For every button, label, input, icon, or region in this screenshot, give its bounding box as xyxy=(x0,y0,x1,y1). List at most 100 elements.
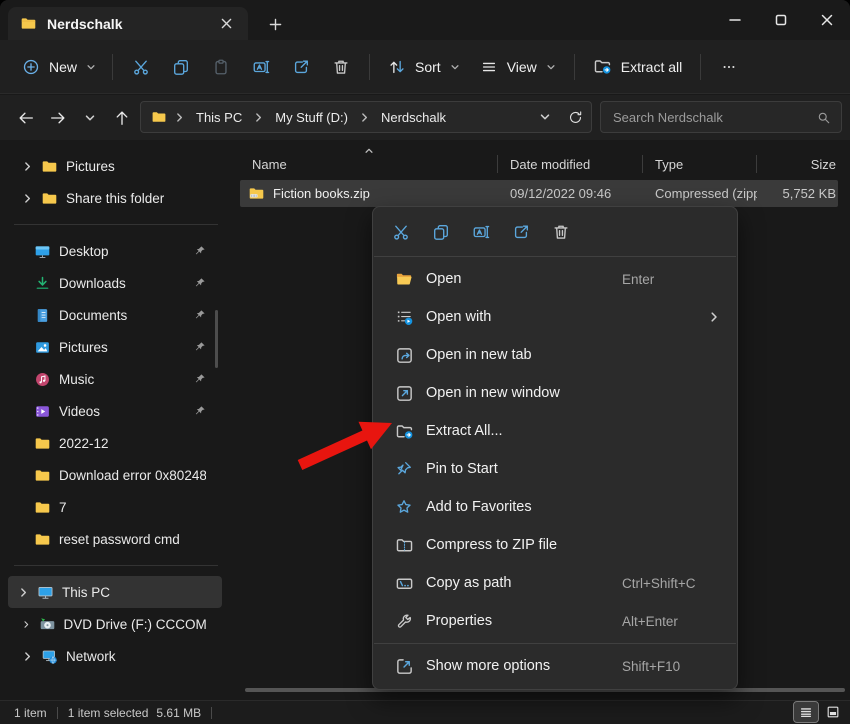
downloads-icon xyxy=(34,275,51,292)
sidebar-item-pictures-tree[interactable]: Pictures xyxy=(4,150,228,182)
sidebar-item-pictures[interactable]: Pictures xyxy=(4,331,228,363)
column-header-name[interactable]: Name xyxy=(240,148,498,180)
pin-icon xyxy=(194,405,206,417)
up-button[interactable] xyxy=(106,102,138,134)
context-menu: Open Enter Open with Open in new tab xyxy=(372,206,738,690)
search-icon[interactable] xyxy=(816,110,831,125)
copy-button[interactable] xyxy=(161,49,201,85)
column-header-date-modified[interactable]: Date modified xyxy=(498,148,643,180)
sidebar-item-label: reset password cmd xyxy=(59,532,180,547)
navigation-bar: This PC My Stuff (D:) Nerdschalk xyxy=(0,95,850,140)
copy-button[interactable] xyxy=(425,217,456,248)
sidebar-separator xyxy=(14,565,218,566)
explorer-tab[interactable]: Nerdschalk xyxy=(8,7,248,40)
window-controls xyxy=(712,0,850,40)
cut-button[interactable] xyxy=(385,217,416,248)
network-icon xyxy=(41,648,58,665)
sidebar-item-label: Pictures xyxy=(66,159,115,174)
shortcut-label: Enter xyxy=(622,272,718,287)
menu-separator xyxy=(374,643,736,644)
address-bar[interactable]: This PC My Stuff (D:) Nerdschalk xyxy=(140,101,592,133)
chevron-right-icon xyxy=(18,587,29,598)
menu-item-pin-to-start[interactable]: Pin to Start xyxy=(378,450,732,488)
sidebar-item-reset-password-cmd[interactable]: reset password cmd xyxy=(4,523,228,555)
sidebar-item-share-this-folder[interactable]: Share this folder xyxy=(4,182,228,214)
sidebar-item-downloads[interactable]: Downloads xyxy=(4,267,228,299)
refresh-icon[interactable] xyxy=(568,110,583,125)
file-row-fiction-books-zip[interactable]: Fiction books.zip 09/12/2022 09:46 Compr… xyxy=(240,180,838,207)
new-button[interactable]: New xyxy=(14,52,104,82)
maximize-button[interactable] xyxy=(758,0,804,40)
pin-outline-icon xyxy=(394,460,414,478)
view-button-label: View xyxy=(507,59,537,75)
back-button[interactable] xyxy=(10,102,42,134)
sidebar-item-label: DVD Drive (F:) CCCOMA_X64 xyxy=(64,617,206,632)
sidebar-item-desktop[interactable]: Desktop xyxy=(4,235,228,267)
details-view-button[interactable] xyxy=(794,702,818,722)
share-button[interactable] xyxy=(281,49,321,85)
sidebar-item-label: Network xyxy=(66,649,116,664)
more-options-button[interactable] xyxy=(709,49,749,85)
menu-item-open-with[interactable]: Open with xyxy=(378,298,732,336)
chevron-right-icon xyxy=(22,193,33,204)
delete-button[interactable] xyxy=(321,49,361,85)
large-icons-view-button[interactable] xyxy=(821,702,845,722)
sort-button[interactable]: Sort xyxy=(378,52,470,82)
sidebar-item-2022-12[interactable]: 2022-12 xyxy=(4,427,228,459)
extract-all-button[interactable]: Extract all xyxy=(583,51,692,82)
menu-item-open-in-new-window[interactable]: Open in new window xyxy=(378,374,732,412)
forward-button[interactable] xyxy=(42,102,74,134)
sidebar-item-7[interactable]: 7 xyxy=(4,491,228,523)
view-toggle-group xyxy=(794,702,845,722)
rename-button[interactable] xyxy=(241,49,281,85)
breadcrumb-chevron-icon xyxy=(359,112,370,123)
menu-item-properties[interactable]: Properties Alt+Enter xyxy=(378,602,732,640)
star-icon xyxy=(394,498,414,516)
sidebar-item-dvd-drive[interactable]: DVD Drive (F:) CCCOMA_X64 xyxy=(4,608,228,640)
address-dropdown-icon[interactable] xyxy=(539,111,551,123)
sidebar-item-videos[interactable]: Videos xyxy=(4,395,228,427)
close-button[interactable] xyxy=(804,0,850,40)
menu-item-show-more-options[interactable]: Show more options Shift+F10 xyxy=(378,647,732,685)
menu-item-extract-all[interactable]: Extract All... xyxy=(378,412,732,450)
selection-summary: 1 item selected 5.61 MB xyxy=(68,706,201,720)
submenu-chevron-icon xyxy=(708,311,720,323)
paste-button[interactable] xyxy=(201,49,241,85)
breadcrumb-current-folder[interactable]: Nerdschalk xyxy=(377,108,450,127)
column-header-size[interactable]: Size xyxy=(757,148,850,180)
folder-icon xyxy=(151,109,167,125)
breadcrumb-drive[interactable]: My Stuff (D:) xyxy=(271,108,352,127)
music-icon xyxy=(34,371,51,388)
column-header-type[interactable]: Type xyxy=(643,148,757,180)
sidebar-item-label: Share this folder xyxy=(66,191,164,206)
sort-button-label: Sort xyxy=(415,59,441,75)
item-count: 1 item xyxy=(14,706,47,720)
view-button[interactable]: View xyxy=(470,52,566,82)
tab-close-icon[interactable] xyxy=(214,12,238,36)
sidebar-item-this-pc[interactable]: This PC xyxy=(8,576,222,608)
share-button[interactable] xyxy=(505,217,536,248)
sidebar-item-label: 2022-12 xyxy=(59,436,109,451)
breadcrumb-chevron-icon xyxy=(253,112,264,123)
rename-button[interactable] xyxy=(465,217,496,248)
sidebar-item-download-error[interactable]: Download error 0x80248007 xyxy=(4,459,228,491)
delete-button[interactable] xyxy=(545,217,576,248)
sidebar-item-music[interactable]: Music xyxy=(4,363,228,395)
shortcut-label: Alt+Enter xyxy=(622,614,718,629)
plus-circle-icon xyxy=(22,58,40,76)
new-tab-button[interactable] xyxy=(262,12,288,36)
chevron-right-icon xyxy=(22,651,33,662)
breadcrumb-this-pc[interactable]: This PC xyxy=(192,108,246,127)
menu-item-open[interactable]: Open Enter xyxy=(378,260,732,298)
menu-item-compress-to-zip[interactable]: Compress to ZIP file xyxy=(378,526,732,564)
menu-item-open-in-new-tab[interactable]: Open in new tab xyxy=(378,336,732,374)
recent-locations-button[interactable] xyxy=(74,102,106,134)
menu-item-copy-as-path[interactable]: Copy as path Ctrl+Shift+C xyxy=(378,564,732,602)
search-input[interactable] xyxy=(611,109,816,126)
sidebar-item-network[interactable]: Network xyxy=(4,640,228,672)
sidebar-scrollbar[interactable] xyxy=(215,310,218,368)
sidebar-item-documents[interactable]: Documents xyxy=(4,299,228,331)
minimize-button[interactable] xyxy=(712,0,758,40)
menu-item-add-to-favorites[interactable]: Add to Favorites xyxy=(378,488,732,526)
cut-button[interactable] xyxy=(121,49,161,85)
